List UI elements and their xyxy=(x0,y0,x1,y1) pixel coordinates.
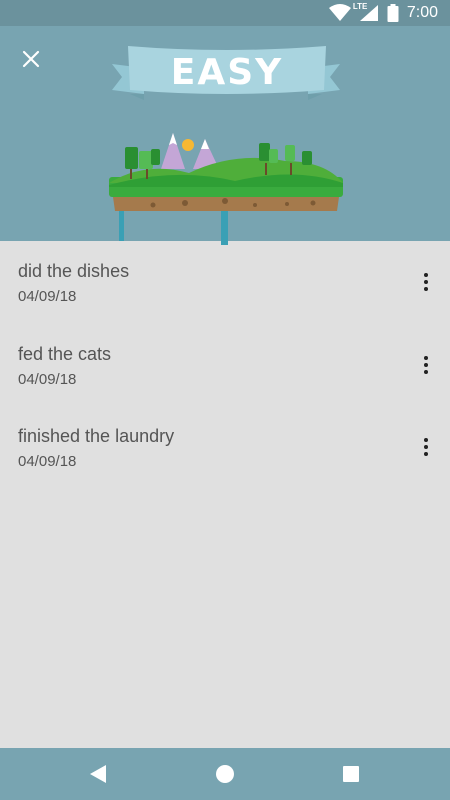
task-title: fed the cats xyxy=(18,343,112,364)
task-date: 04/09/18 xyxy=(18,453,77,470)
task-title: finished the laundry xyxy=(18,426,175,446)
wifi-icon xyxy=(328,4,351,21)
battery-icon xyxy=(387,4,399,22)
overflow-menu-button[interactable] xyxy=(414,267,438,297)
cell-signal-icon: LTE xyxy=(353,2,379,22)
status-time: 7:00 xyxy=(406,4,438,21)
back-button[interactable] xyxy=(83,760,113,788)
overflow-menu-button[interactable] xyxy=(414,432,438,462)
home-button[interactable] xyxy=(210,760,240,788)
status-icons: LTE 7:00 xyxy=(328,0,450,26)
task-list: did the dishes 04/09/18 fed the cats 04/… xyxy=(0,241,450,489)
recents-button[interactable] xyxy=(336,760,366,788)
list-item[interactable]: fed the cats 04/09/18 xyxy=(0,324,450,407)
task-date: 04/09/18 xyxy=(18,370,77,388)
more-vert-icon xyxy=(424,355,428,360)
list-item[interactable]: did the dishes 04/09/18 xyxy=(0,241,450,324)
task-date: 04/09/18 xyxy=(18,288,77,305)
navigation-bar xyxy=(0,748,450,800)
network-type-label: LTE xyxy=(352,2,368,11)
close-button[interactable] xyxy=(14,42,48,76)
back-icon xyxy=(90,765,106,783)
task-title: did the dishes xyxy=(18,261,130,281)
difficulty-banner-text: EASY xyxy=(170,52,284,93)
more-vert-icon xyxy=(424,438,428,442)
home-icon xyxy=(216,765,234,783)
floating-island-illustration xyxy=(109,133,343,245)
close-icon xyxy=(22,50,40,68)
more-vert-icon xyxy=(424,273,428,277)
recents-icon xyxy=(343,766,359,782)
overflow-menu-button[interactable] xyxy=(414,350,438,380)
list-item[interactable]: finished the laundry 04/09/18 xyxy=(0,406,450,489)
status-bar: LTE 7:00 xyxy=(0,0,450,26)
header: EASY xyxy=(0,26,450,245)
